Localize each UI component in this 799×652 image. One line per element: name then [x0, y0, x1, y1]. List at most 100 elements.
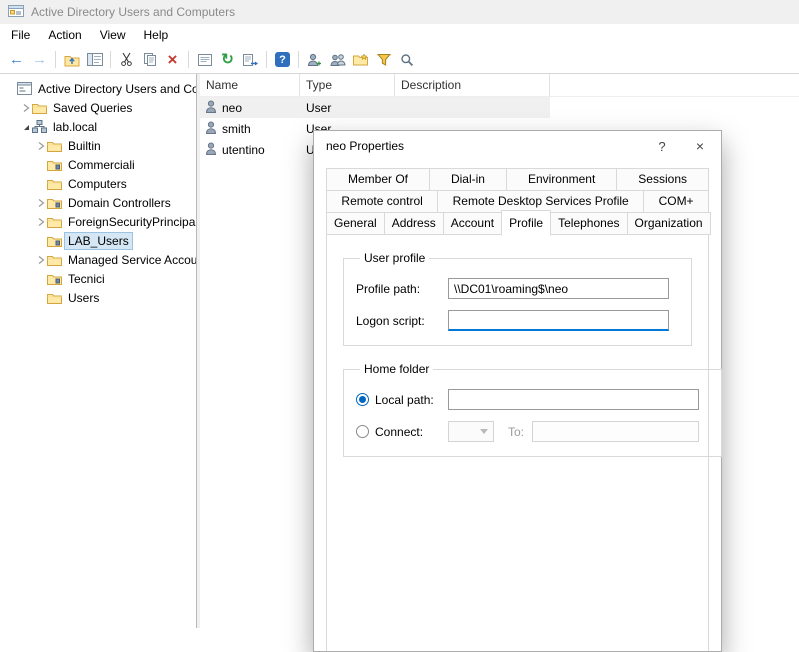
chevron-collapsed-icon[interactable] — [34, 141, 47, 151]
chevron-collapsed-icon[interactable] — [19, 103, 32, 113]
list-row-neo[interactable]: neo User — [200, 97, 550, 118]
tree-item-builtin[interactable]: Builtin — [0, 136, 196, 155]
export-list-icon[interactable] — [239, 48, 262, 71]
tree-item-label: Saved Queries — [50, 100, 135, 116]
create-group-icon[interactable] — [326, 48, 349, 71]
app-icon — [8, 4, 24, 21]
folder-ou-icon — [47, 197, 65, 209]
tree-item-computers[interactable]: Computers — [0, 174, 196, 193]
tree-item-label: Managed Service Accoun — [65, 252, 197, 268]
chevron-collapsed-icon[interactable] — [34, 255, 47, 265]
menu-bar: FileActionViewHelp — [0, 24, 799, 46]
connect-label: Connect: — [375, 425, 448, 439]
tree-item-active-directory-users-and-com[interactable]: Active Directory Users and Com — [0, 79, 196, 98]
to-label: To: — [508, 425, 524, 439]
object-name: neo — [222, 101, 242, 115]
user-profile-group: User profile Profile path: Logon script: — [343, 251, 692, 346]
tab-remote-control[interactable]: Remote control — [326, 190, 438, 213]
filter-icon[interactable] — [372, 48, 395, 71]
tree-item-foreignsecurityprincipals[interactable]: ForeignSecurityPrincipals — [0, 212, 196, 231]
tab-environment[interactable]: Environment — [506, 168, 617, 191]
connect-to-input — [532, 421, 699, 442]
tab-strip: Member OfDial-inEnvironmentSessions Remot… — [314, 161, 721, 235]
chevron-collapsed-icon[interactable] — [34, 217, 47, 227]
tree-item-tecnici[interactable]: Tecnici — [0, 269, 196, 288]
tree-item-label: Builtin — [65, 138, 104, 154]
tree-item-domain-controllers[interactable]: Domain Controllers — [0, 193, 196, 212]
tab-organization[interactable]: Organization — [627, 212, 711, 235]
tree-item-label: ForeignSecurityPrincipals — [65, 214, 197, 230]
tab-general[interactable]: General — [326, 212, 385, 235]
properties-icon[interactable] — [193, 48, 216, 71]
copy-icon[interactable] — [138, 48, 161, 71]
chevron-expanded-icon[interactable] — [19, 122, 32, 132]
connect-radio[interactable] — [356, 425, 369, 438]
help-icon[interactable]: ? — [271, 48, 294, 71]
toolbar-separator — [110, 51, 111, 68]
tree-item-lab-users[interactable]: LAB_Users — [0, 231, 196, 250]
dialog-titlebar[interactable]: neo Properties ? × — [314, 131, 721, 161]
menu-view[interactable]: View — [91, 26, 135, 44]
tree-item-saved-queries[interactable]: Saved Queries — [0, 98, 196, 117]
tree-item-label: Computers — [65, 176, 130, 192]
tree-item-commerciali[interactable]: Commerciali — [0, 155, 196, 174]
column-header-description[interactable]: Description — [395, 74, 550, 96]
folder-ou-icon — [47, 235, 65, 247]
delete-icon[interactable]: × — [161, 48, 184, 71]
create-ou-icon[interactable] — [349, 48, 372, 71]
console-tree-icon[interactable] — [83, 48, 106, 71]
user-icon — [205, 142, 217, 158]
tree-item-label: Tecnici — [65, 271, 108, 287]
toolbar-separator — [266, 51, 267, 68]
tab-dial-in[interactable]: Dial-in — [429, 168, 507, 191]
forward-icon[interactable]: → — [28, 48, 51, 71]
profile-path-input[interactable] — [448, 278, 669, 299]
home-folder-group: Home folder Local path: Connect: To: — [343, 362, 722, 457]
dialog-title: neo Properties — [326, 139, 404, 153]
menu-action[interactable]: Action — [39, 26, 90, 44]
tree-item-label: lab.local — [50, 119, 100, 135]
folder-icon — [47, 254, 65, 266]
folder-ou-icon — [47, 159, 65, 171]
local-path-input[interactable] — [448, 389, 699, 410]
menu-help[interactable]: Help — [135, 26, 178, 44]
toolbar-separator — [188, 51, 189, 68]
create-user-icon[interactable] — [303, 48, 326, 71]
folder-icon — [47, 292, 65, 304]
tab-member-of[interactable]: Member Of — [326, 168, 430, 191]
local-path-radio[interactable] — [356, 393, 369, 406]
chevron-collapsed-icon[interactable] — [34, 198, 47, 208]
find-icon[interactable] — [395, 48, 418, 71]
tab-profile[interactable]: Profile — [501, 210, 551, 236]
user-profile-group-label: User profile — [360, 251, 429, 265]
column-header-type[interactable]: Type — [300, 74, 395, 96]
tab-telephones[interactable]: Telephones — [550, 212, 627, 235]
folder-icon — [32, 102, 50, 114]
tree-item-label: LAB_Users — [65, 233, 132, 249]
console-icon — [17, 82, 35, 95]
object-name: smith — [222, 122, 251, 136]
tree-item-lab-local[interactable]: lab.local — [0, 117, 196, 136]
logon-script-input[interactable] — [448, 310, 669, 331]
dialog-help-button[interactable]: ? — [645, 131, 679, 161]
tab-account[interactable]: Account — [443, 212, 502, 235]
column-header-name[interactable]: Name — [200, 74, 300, 96]
profile-path-label: Profile path: — [356, 282, 448, 296]
cut-icon[interactable] — [115, 48, 138, 71]
tree-item-label: Commerciali — [65, 157, 138, 173]
window-title: Active Directory Users and Computers — [31, 5, 235, 19]
local-path-label: Local path: — [375, 393, 448, 407]
object-type: User — [300, 101, 395, 115]
tree-item-users[interactable]: Users — [0, 288, 196, 307]
tab-com[interactable]: COM+ — [643, 190, 709, 213]
refresh-icon[interactable]: ↻ — [216, 48, 239, 71]
toolbar-separator — [55, 51, 56, 68]
back-icon[interactable]: ← — [5, 48, 28, 71]
folder-icon — [47, 178, 65, 190]
up-one-level-icon[interactable] — [60, 48, 83, 71]
dialog-close-button[interactable]: × — [679, 131, 721, 161]
tab-address[interactable]: Address — [384, 212, 444, 235]
tree-item-managed-service-accoun[interactable]: Managed Service Accoun — [0, 250, 196, 269]
menu-file[interactable]: File — [2, 26, 39, 44]
tab-sessions[interactable]: Sessions — [616, 168, 709, 191]
